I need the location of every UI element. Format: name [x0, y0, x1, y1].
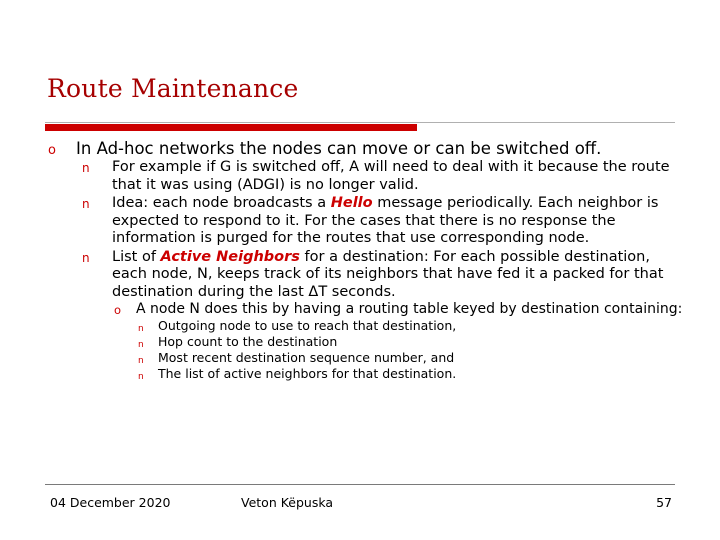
list-item-level2-text-part1: Idea: each node broadcasts a [112, 195, 331, 211]
list-item-level1-text: In Ad-hoc networks the nodes can move or… [76, 139, 602, 158]
list-item-level2: n Idea: each node broadcasts a Hello mes… [76, 195, 685, 248]
square-bullet-icon: n [138, 372, 144, 382]
list-item-level2-text-part1: List of [112, 248, 161, 265]
footer-author: Veton Këpuska [241, 495, 334, 510]
slide: Route Maintenance o In Ad-hoc networks t… [0, 0, 720, 540]
list-item-level2: n For example if G is switched off, A wi… [76, 159, 685, 194]
square-bullet-icon: o [48, 143, 56, 158]
square-bullet-icon: n [82, 197, 90, 211]
list-item-level4: n Most recent destination sequence numbe… [136, 350, 685, 366]
title-accent-bar [45, 124, 417, 131]
list-item-level4-text: Outgoing node to use to reach that desti… [158, 318, 457, 333]
square-bullet-icon: o [114, 303, 122, 317]
emphasis-hello: Hello [330, 195, 373, 211]
list-item-level4: n Outgoing node to use to reach that des… [136, 318, 685, 334]
bullet-list-level3: o A node N does this by having a routing… [112, 301, 685, 382]
list-item-level2-text: For example if G is switched off, A will… [112, 159, 670, 193]
bullet-list-level1: o In Ad-hoc networks the nodes can move … [45, 139, 685, 382]
list-item-level3-text: A node N does this by having a routing t… [136, 301, 683, 317]
list-item-level1: o In Ad-hoc networks the nodes can move … [45, 139, 685, 382]
list-item-level3: o A node N does this by having a routing… [112, 301, 685, 382]
square-bullet-icon: n [82, 250, 90, 265]
slide-body: o In Ad-hoc networks the nodes can move … [45, 139, 685, 384]
footer-page-number: 57 [656, 495, 672, 510]
list-item-level4-text: Most recent destination sequence number,… [158, 350, 455, 365]
list-item-level4: n Hop count to the destination [136, 334, 685, 350]
square-bullet-icon: n [82, 161, 90, 175]
page-title: Route Maintenance [47, 74, 299, 103]
list-item-level2: n List of Active Neighbors for a destina… [76, 249, 685, 383]
emphasis-active-neighbors: Active Neighbors [160, 248, 300, 265]
footer-date: 04 December 2020 [50, 495, 171, 510]
list-item-level4-text: Hop count to the destination [158, 334, 338, 349]
bullet-list-level2: n For example if G is switched off, A wi… [76, 159, 685, 382]
bullet-list-level4: n Outgoing node to use to reach that des… [136, 318, 685, 382]
list-item-level4-text: The list of active neighbors for that de… [158, 366, 457, 381]
title-divider [45, 122, 675, 123]
footer-divider [45, 484, 675, 485]
list-item-level4: n The list of active neighbors for that … [136, 366, 685, 382]
